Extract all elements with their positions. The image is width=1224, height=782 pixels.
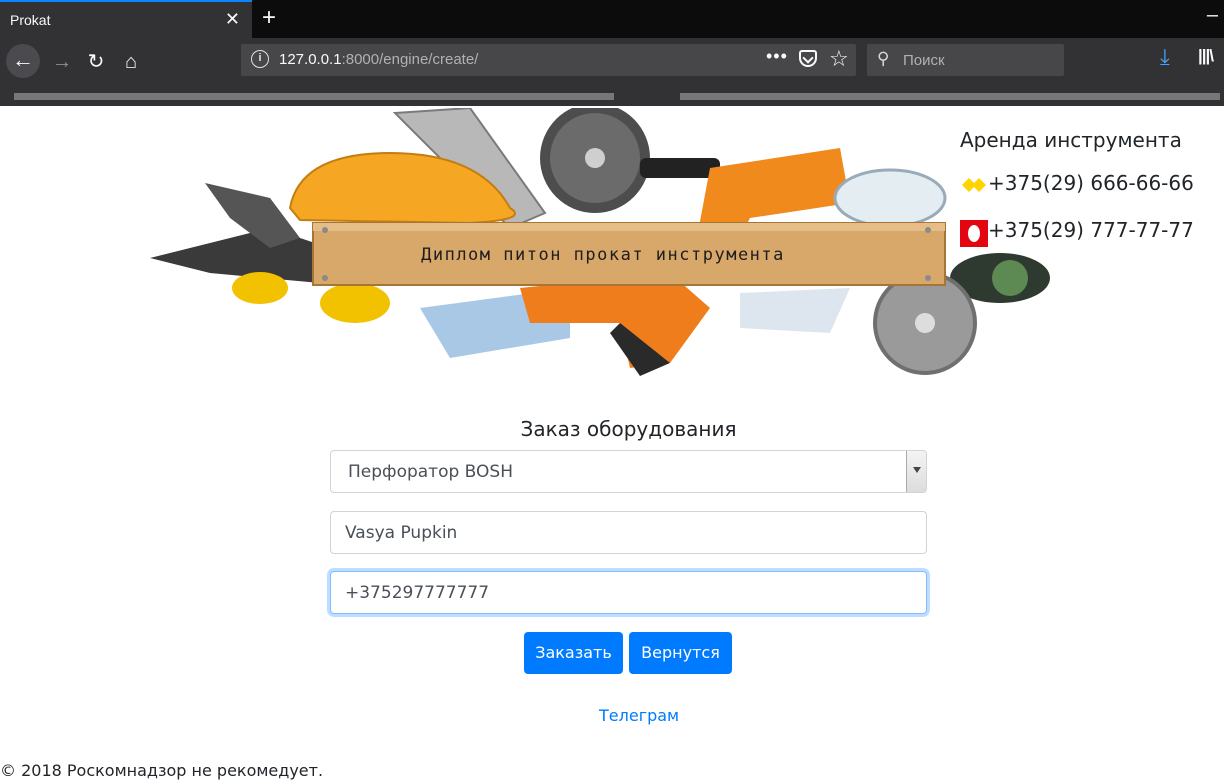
bookmarks-blurred (14, 93, 614, 100)
order-form-title: Заказ оборудования (520, 417, 737, 441)
url-host: 127.0.0.1 (279, 51, 342, 68)
bookmarks-blurred (680, 93, 1220, 100)
browser-search-bar[interactable]: ⚲ Поиск (867, 44, 1064, 76)
browser-tab-bar: Prokat ✕ + – (0, 0, 1224, 38)
name-input-value: Vasya Pupkin (345, 523, 458, 543)
order-button[interactable]: Заказать (524, 632, 623, 674)
phone-input-value: +375297777777 (345, 583, 490, 603)
name-input[interactable]: Vasya Pupkin (330, 511, 927, 554)
url-bar[interactable]: i 127.0.0.1:8000/engine/create/ ••• ☆ (241, 44, 856, 76)
star-icon[interactable]: ☆ (829, 46, 849, 72)
search-icon: ⚲ (877, 49, 890, 68)
minimize-window-icon[interactable]: – (1207, 4, 1218, 27)
home-icon[interactable]: ⌂ (115, 46, 147, 78)
telegram-link[interactable]: Телеграм (599, 706, 679, 725)
phone-row-mts: +375(29) 777-77-77 (960, 216, 1210, 247)
footer-copyright: © 2018 Роскомнадзор не рекомедует. (0, 761, 324, 780)
contacts-block: Аренда инструмента +375(29) 666-66-66 +3… (960, 128, 1210, 247)
phone-number-mts: +375(29) 777-77-77 (988, 218, 1194, 242)
url-text[interactable]: 127.0.0.1:8000/engine/create/ (279, 51, 478, 68)
search-placeholder: Поиск (903, 52, 945, 69)
reload-icon[interactable]: ↻ (80, 46, 112, 78)
more-dots-icon[interactable]: ••• (766, 46, 788, 67)
equipment-selected-value: Перфоратор BOSH (348, 462, 513, 482)
equipment-select[interactable]: Перфоратор BOSH (330, 450, 927, 493)
pocket-icon[interactable] (799, 50, 817, 67)
back-arrow-icon[interactable]: ← (6, 44, 40, 78)
info-icon[interactable]: i (251, 50, 269, 68)
browser-nav-bar: ← → ↻ ⌂ i 127.0.0.1:8000/engine/create/ … (0, 38, 1224, 86)
hero-plank-text: Диплом питон прокат инструмента (421, 245, 785, 265)
contacts-title: Аренда инструмента (960, 128, 1182, 152)
library-icon[interactable]: |||\ (1198, 46, 1214, 66)
browser-tab-active[interactable]: Prokat ✕ (0, 0, 252, 38)
download-icon[interactable]: ⤓ (1160, 44, 1170, 70)
tab-title: Prokat (10, 12, 51, 28)
new-tab-button[interactable]: + (262, 4, 276, 32)
tools-illustration (150, 108, 1050, 376)
back-button[interactable]: Вернутся (629, 632, 732, 674)
close-tab-icon[interactable]: ✕ (225, 9, 240, 30)
phone-row-life: +375(29) 666-66-66 (960, 169, 1210, 199)
mts-operator-icon (960, 220, 988, 247)
hero-tools-image: Диплом питон прокат инструмента (150, 108, 1055, 380)
url-path: :8000/engine/create/ (341, 51, 479, 68)
forward-arrow-icon[interactable]: → (46, 46, 78, 78)
life-operator-icon (962, 178, 986, 192)
phone-input[interactable]: +375297777777 (330, 571, 927, 614)
bookmarks-toolbar (0, 86, 1224, 106)
chevron-down-icon[interactable] (906, 451, 926, 492)
phone-number-life: +375(29) 666-66-66 (988, 171, 1194, 195)
